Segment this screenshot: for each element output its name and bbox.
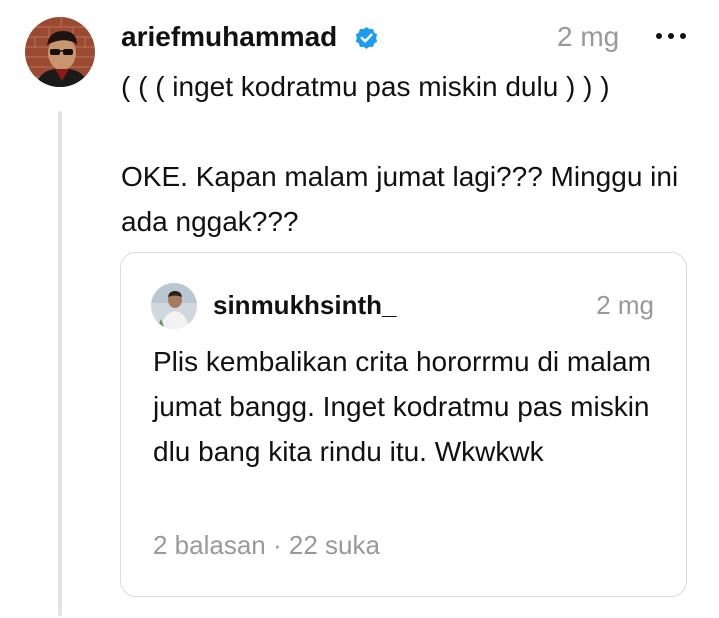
- thread-line: [58, 111, 62, 616]
- post-text-line-2: OKE. Kapan malam jumat lagi??? Minggu in…: [121, 161, 686, 237]
- quoted-avatar[interactable]: [151, 283, 197, 329]
- avatar[interactable]: [25, 17, 95, 87]
- quoted-text: Plis kembalikan crita hororrmu di malam …: [153, 346, 651, 467]
- post-timestamp: 2 mg: [557, 21, 620, 52]
- reply-post: ariefmuhammad 2 mg ( ( ( inget kodratmu …: [0, 0, 719, 618]
- post-text: ( ( ( inget kodratmu pas miskin dulu ) )…: [121, 64, 696, 244]
- more-horizontal-icon[interactable]: [654, 26, 690, 46]
- post-text-line-1: ( ( ( inget kodratmu pas miskin dulu ) )…: [121, 71, 610, 102]
- quoted-timestamp: 2 mg: [596, 290, 654, 320]
- username[interactable]: ariefmuhammad: [121, 20, 337, 54]
- quoted-username[interactable]: sinmukhsinth_: [213, 289, 396, 321]
- quoted-post-card[interactable]: sinmukhsinth_ 2 mg Plis kembalikan crita…: [120, 252, 687, 597]
- quoted-stats[interactable]: 2 balasan · 22 suka: [153, 529, 380, 561]
- post-text-spacer: [121, 109, 696, 154]
- verified-badge-icon: [353, 24, 380, 51]
